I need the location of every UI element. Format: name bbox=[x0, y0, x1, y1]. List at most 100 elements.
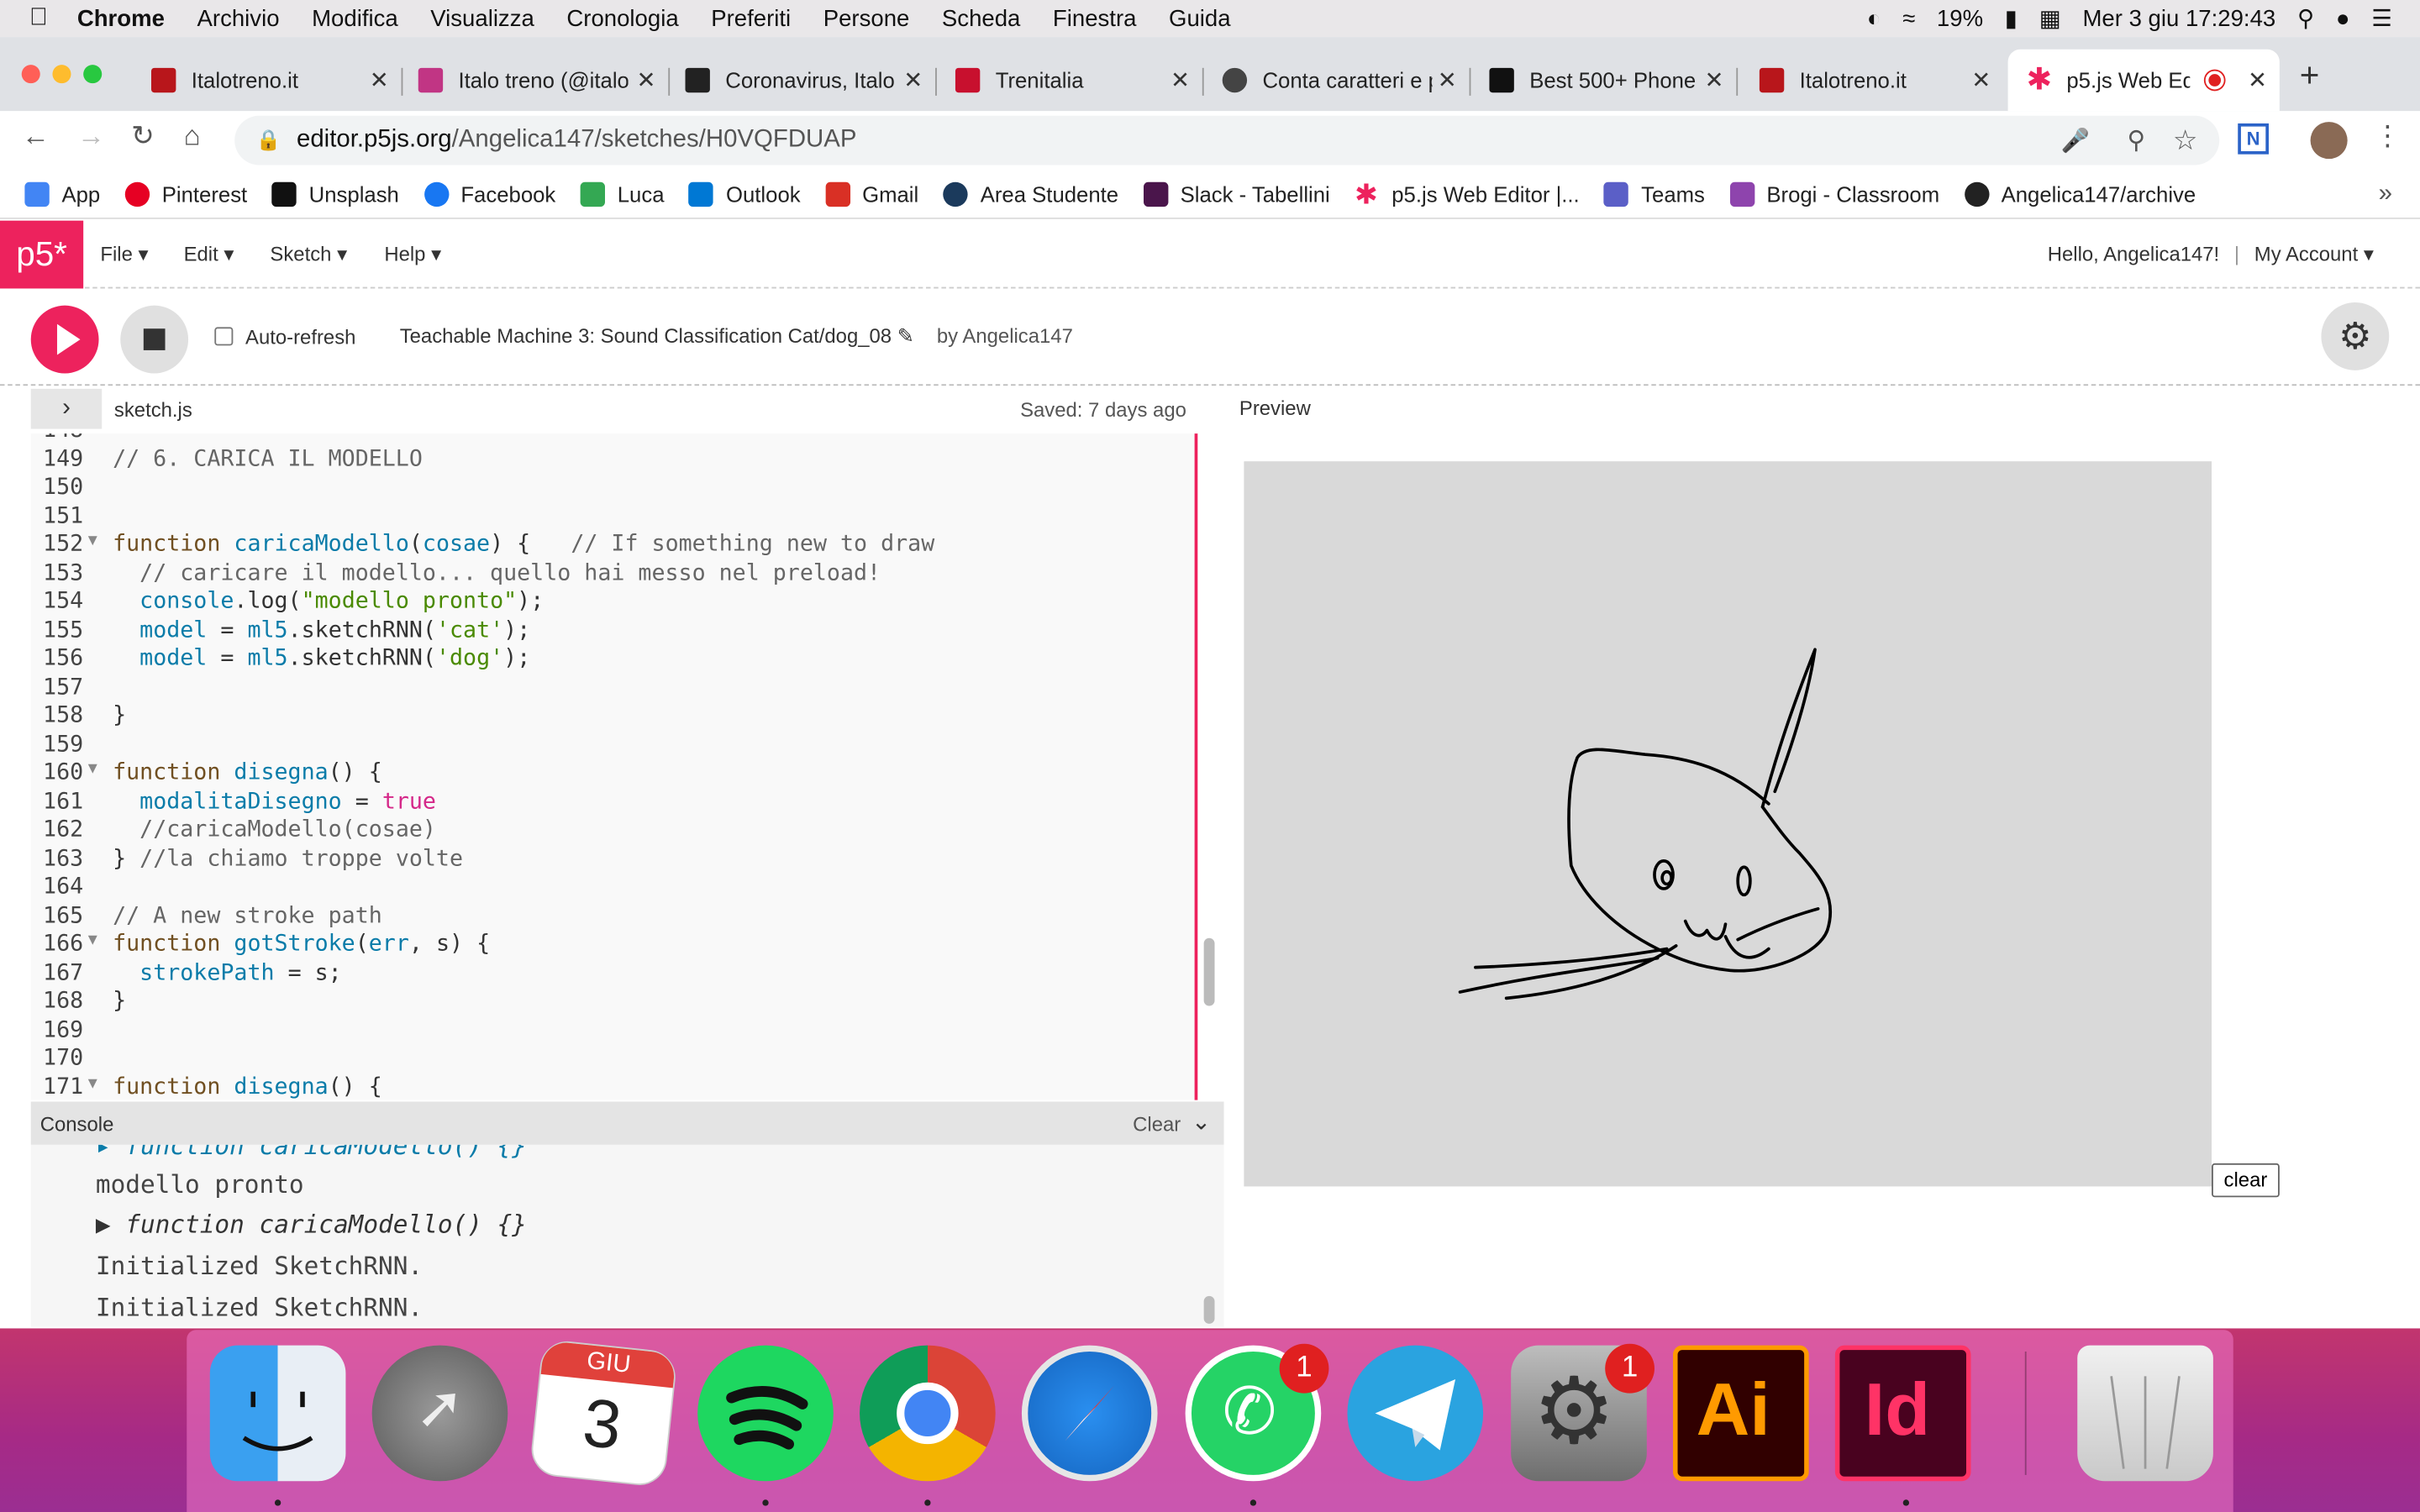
close-tab-icon[interactable]: ✕ bbox=[1705, 66, 1724, 94]
fold-arrow-icon[interactable]: ▼ bbox=[88, 932, 97, 948]
extension-n-icon[interactable]: N bbox=[2238, 123, 2269, 155]
code-line[interactable]: 158} bbox=[31, 704, 1197, 732]
bookmark-p5js[interactable]: ✱ p5.js Web Editor |... bbox=[1355, 180, 1580, 207]
menu-finestra[interactable]: Finestra bbox=[1053, 5, 1137, 31]
bookmark-gmail[interactable]: Gmail bbox=[824, 181, 918, 207]
canvas-clear-button[interactable]: clear bbox=[2212, 1163, 2280, 1198]
bookmark-facebook[interactable]: Facebook bbox=[424, 181, 555, 207]
code-line[interactable]: 169 bbox=[31, 1017, 1197, 1046]
illustrator-icon[interactable]: Ai bbox=[1673, 1345, 1809, 1482]
code-line[interactable]: 163} //la chiamo troppe volte bbox=[31, 846, 1197, 874]
tab-instagram[interactable]: Italo treno (@italotreno) ✕ bbox=[402, 50, 671, 111]
close-tab-icon[interactable]: ✕ bbox=[637, 66, 656, 94]
address-bar[interactable]: 🔒 editor.p5js.org/Angelica147/sketches/H… bbox=[234, 115, 2220, 165]
my-account-menu[interactable]: My Account ▾ bbox=[2254, 242, 2374, 265]
code-line[interactable]: 170 bbox=[31, 1046, 1197, 1074]
code-line[interactable]: 164 bbox=[31, 874, 1197, 903]
console-clear-button[interactable]: Clear bbox=[1133, 1112, 1181, 1136]
zoom-window-icon[interactable] bbox=[83, 65, 103, 84]
menu-edit[interactable]: Edit ▾ bbox=[184, 242, 234, 266]
code-line[interactable]: 154 console.log("modello pronto"); bbox=[31, 590, 1197, 618]
bookmark-outlook[interactable]: Outlook bbox=[688, 181, 801, 207]
safari-icon[interactable] bbox=[1021, 1345, 1158, 1482]
code-line[interactable]: 160 ▼ function disegna() { bbox=[31, 761, 1197, 790]
close-window-icon[interactable] bbox=[21, 65, 40, 84]
chrome-icon[interactable] bbox=[860, 1345, 996, 1482]
telegram-icon[interactable] bbox=[1347, 1345, 1484, 1482]
bookmark-unsplash[interactable]: Unsplash bbox=[271, 181, 399, 207]
tab-p5js-active[interactable]: ✱ p5.js Web Editor ✕ bbox=[2007, 49, 2280, 112]
home-icon[interactable]: ⌂ bbox=[184, 120, 201, 153]
close-tab-icon[interactable]: ✕ bbox=[370, 66, 389, 94]
spotlight-icon[interactable]: ⚲ bbox=[2297, 5, 2314, 33]
bookmark-pinterest[interactable]: Pinterest bbox=[124, 181, 247, 207]
bookmark-star-icon[interactable]: ☆ bbox=[2173, 124, 2198, 157]
profile-avatar[interactable] bbox=[2310, 122, 2348, 160]
finder-icon[interactable] bbox=[209, 1345, 346, 1482]
clock[interactable]: Mer 3 giu 17:29:43 bbox=[2082, 5, 2275, 31]
chevron-down-icon[interactable]: ⌄ bbox=[1192, 1108, 1211, 1136]
menu-visualizza[interactable]: Visualizza bbox=[430, 5, 534, 31]
wifi-icon[interactable]: ≈ bbox=[1902, 5, 1915, 31]
close-tab-icon[interactable]: ✕ bbox=[2248, 66, 2267, 94]
sketch-title[interactable]: Teachable Machine 3: Sound Classificatio… bbox=[400, 324, 914, 349]
apple-icon[interactable]:  bbox=[0, 5, 77, 33]
reload-icon[interactable]: ↻ bbox=[131, 120, 155, 153]
fold-arrow-icon[interactable]: ▼ bbox=[88, 533, 97, 549]
back-icon[interactable]: ← bbox=[22, 120, 50, 153]
menu-modifica[interactable]: Modifica bbox=[312, 5, 398, 31]
pencil-icon[interactable]: ✎ bbox=[897, 324, 914, 348]
calendar-menu-icon[interactable]: ▦ bbox=[2039, 5, 2061, 33]
code-line[interactable]: 155 model = ml5.sketchRNN('cat'); bbox=[31, 618, 1197, 647]
menu-guida[interactable]: Guida bbox=[1169, 5, 1231, 31]
battery-icon[interactable]: ▮ bbox=[2005, 5, 2018, 33]
minimize-window-icon[interactable] bbox=[52, 65, 71, 84]
code-line[interactable]: 157 bbox=[31, 675, 1197, 704]
menu-persone[interactable]: Persone bbox=[823, 5, 910, 31]
code-line[interactable]: 151 bbox=[31, 504, 1197, 533]
forward-icon[interactable]: → bbox=[77, 120, 105, 153]
chrome-menu-icon[interactable]: ⋮ bbox=[2374, 120, 2402, 153]
bookmark-github[interactable]: Angelica147/archive bbox=[1964, 181, 2196, 207]
siri-icon[interactable]: ● bbox=[2336, 5, 2350, 31]
code-line[interactable]: 148 bbox=[31, 433, 1197, 447]
menu-sketch[interactable]: Sketch ▾ bbox=[270, 242, 347, 266]
console-line[interactable]: ▶ function caricaModello() {} bbox=[96, 1210, 527, 1239]
tab-trenitalia[interactable]: Trenitalia ✕ bbox=[937, 50, 1204, 111]
tab-italotreno-2[interactable]: Italotreno.it ✕ bbox=[1738, 50, 2003, 111]
menu-scheda[interactable]: Scheda bbox=[942, 5, 1020, 31]
code-line[interactable]: 159 bbox=[31, 732, 1197, 761]
menu-preferiti[interactable]: Preferiti bbox=[711, 5, 791, 31]
chevron-right-icon[interactable]: › bbox=[30, 388, 103, 429]
bookmark-area-studente[interactable]: Area Studente bbox=[943, 181, 1118, 207]
bookmark-teams[interactable]: Teams bbox=[1604, 181, 1705, 207]
stop-button[interactable] bbox=[120, 305, 189, 374]
code-line[interactable]: 149 // 6. CARICA IL MODELLO bbox=[31, 447, 1197, 475]
editor-scrollbar[interactable] bbox=[1203, 937, 1215, 1006]
lock-icon[interactable]: 🔒 bbox=[256, 128, 281, 152]
bookmark-app[interactable]: App bbox=[24, 181, 100, 207]
bookmark-classroom[interactable]: Brogi - Classroom bbox=[1729, 181, 1939, 207]
code-line[interactable]: 150 bbox=[31, 475, 1197, 504]
calendar-icon[interactable]: GIU 3 bbox=[529, 1338, 678, 1488]
code-line[interactable]: 153 // caricare il modello... quello hai… bbox=[31, 561, 1197, 590]
p5-logo[interactable]: p5* bbox=[0, 220, 84, 289]
launchpad-icon[interactable]: ➚ bbox=[371, 1345, 508, 1482]
tab-conta-caratteri[interactable]: Conta caratteri e parole✕ bbox=[1204, 50, 1471, 111]
settings-gear-icon[interactable]: ⚙ bbox=[2321, 302, 2390, 370]
fold-arrow-icon[interactable]: ▼ bbox=[88, 761, 97, 778]
tab-coronavirus[interactable]: Coronavirus, Italo ✕ bbox=[670, 50, 937, 111]
close-tab-icon[interactable]: ✕ bbox=[903, 66, 923, 94]
menu-cronologia[interactable]: Cronologia bbox=[566, 5, 678, 31]
code-line[interactable]: 166 ▼ function gotStroke(err, s) { bbox=[31, 932, 1197, 960]
close-tab-icon[interactable]: ✕ bbox=[1971, 66, 1991, 94]
code-line[interactable]: 162 //caricaModello(cosae) bbox=[31, 817, 1197, 846]
microphone-icon[interactable]: 🎤 bbox=[2061, 127, 2090, 154]
battery-percent[interactable]: 19% bbox=[1937, 5, 1983, 31]
code-line[interactable]: 161 modalitaDisegno = true bbox=[31, 789, 1197, 817]
menu-file[interactable]: File ▾ bbox=[100, 242, 148, 266]
code-line[interactable]: 165 // A new stroke path bbox=[31, 903, 1197, 932]
sketch-canvas[interactable] bbox=[1244, 461, 2212, 1187]
menu-chrome[interactable]: Chrome bbox=[77, 5, 165, 31]
code-editor[interactable]: 148149// 6. CARICA IL MODELLO150151152▼f… bbox=[30, 433, 1197, 1100]
